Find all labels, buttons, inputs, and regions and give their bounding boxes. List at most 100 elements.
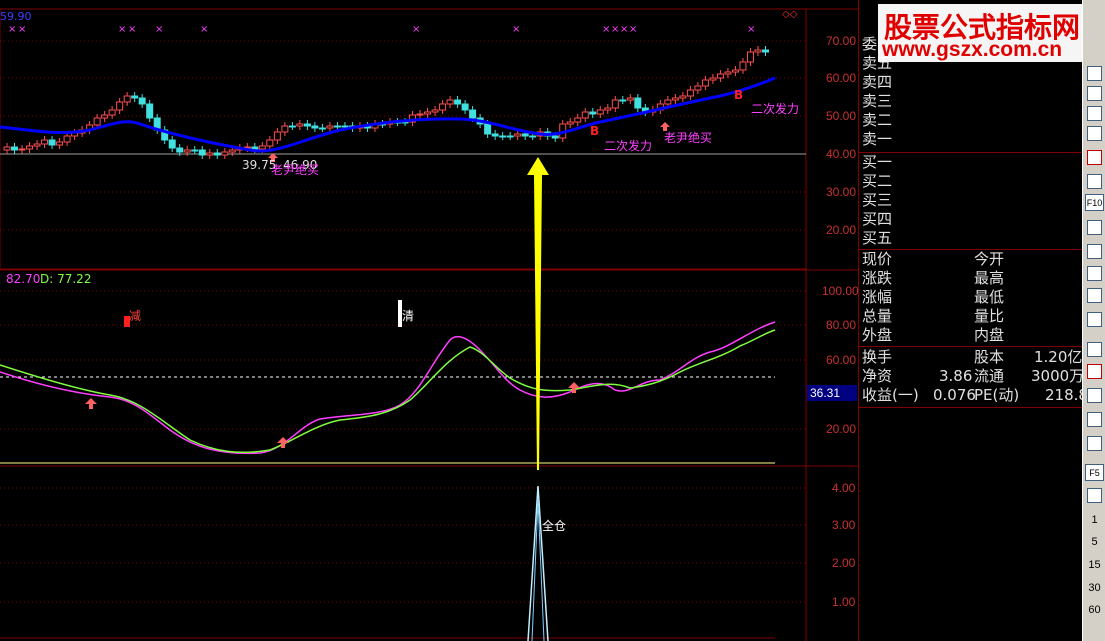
- period-15-button[interactable]: 15: [1085, 555, 1104, 574]
- open-label: 今开: [974, 250, 1005, 268]
- net-asset-label: 净资: [862, 367, 893, 385]
- right-toolbar: F10 F5 1 5 15 30 60: [1082, 0, 1105, 641]
- x-marker-icon: ×: [611, 24, 619, 35]
- candle-body: [288, 125, 296, 128]
- candle-body: [529, 135, 537, 138]
- up-arrow-icon: [85, 398, 97, 409]
- toolbar-button[interactable]: [1085, 362, 1104, 381]
- candle-body: [701, 79, 709, 87]
- candle-body: [739, 61, 747, 71]
- candle-body: [634, 97, 642, 109]
- candle-body: [333, 125, 341, 128]
- window-icon: [1087, 66, 1102, 81]
- separator: [859, 346, 1083, 347]
- candle-body: [33, 143, 41, 147]
- toolbar-button[interactable]: [1085, 104, 1104, 123]
- candle-body: [168, 139, 176, 149]
- share-capital-value: 1.20亿: [1034, 348, 1083, 366]
- chart-area[interactable]: 70.00 60.00 50.00 40.00 30.00 20.00 100.…: [0, 0, 858, 641]
- candle-body: [303, 123, 311, 127]
- toolbar-button[interactable]: [1085, 218, 1104, 237]
- candlestick-icon: [1087, 150, 1102, 165]
- toolbar-button[interactable]: [1085, 242, 1104, 261]
- candle-body: [183, 149, 191, 153]
- x-marker-icon: ×: [18, 24, 26, 35]
- share-capital-label: 股本: [974, 348, 1005, 366]
- toolbar-button[interactable]: [1085, 434, 1104, 453]
- kd-tick: 100.00: [822, 284, 858, 298]
- indicator-icon: [1087, 244, 1102, 259]
- candle-body: [63, 135, 71, 143]
- trend-icon: [1087, 126, 1102, 141]
- candle-body: [258, 145, 266, 150]
- watermark-url: www.gszx.com.cn: [882, 38, 1063, 61]
- period-5-button[interactable]: 5: [1085, 532, 1104, 551]
- candle-body: [221, 151, 229, 156]
- candle-body: [604, 107, 612, 111]
- candle-body: [146, 103, 154, 119]
- candle-body: [499, 135, 507, 138]
- toolbar-button[interactable]: [1085, 264, 1104, 283]
- toolbar-button[interactable]: [1085, 386, 1104, 405]
- period-1-button[interactable]: 1: [1085, 510, 1104, 529]
- second-burst-label: 二次发力: [604, 139, 653, 153]
- toolbar-button[interactable]: [1085, 340, 1104, 359]
- candle-body: [671, 97, 679, 101]
- toolbar-button[interactable]: [1085, 286, 1104, 305]
- x-marker-icon: ×: [602, 24, 610, 35]
- ma-line: [0, 76, 776, 153]
- candle-body: [724, 71, 732, 75]
- candle-body: [326, 125, 334, 129]
- toolbar-button[interactable]: [1085, 172, 1104, 191]
- kd-tick: 20.00: [826, 422, 856, 436]
- period-30-button[interactable]: 30: [1085, 578, 1104, 597]
- b-marker: B: [590, 124, 600, 138]
- toolbar-button[interactable]: [1085, 124, 1104, 143]
- candle-body: [431, 109, 439, 113]
- volume-ratio-label: 量比: [974, 307, 1005, 325]
- toolbar-button[interactable]: [1085, 410, 1104, 429]
- kd-tick: 80.00: [826, 318, 856, 332]
- candle-body: [731, 69, 739, 73]
- eps-value: 0.076: [933, 386, 976, 404]
- bottom-tick: 4.00: [832, 481, 856, 495]
- ask-1-label: 卖一: [862, 130, 893, 148]
- full-position-label: 全仓: [542, 519, 567, 533]
- top-markers: × × × × × × × × × × × × ×: [8, 24, 755, 35]
- candle-body: [116, 101, 124, 111]
- list-icon: [1087, 86, 1102, 101]
- toolbar-button[interactable]: [1085, 486, 1104, 505]
- refresh-icon: [1087, 488, 1102, 503]
- f5-button[interactable]: F5: [1085, 464, 1104, 481]
- toolbar-button[interactable]: [1085, 148, 1104, 167]
- f10-button[interactable]: F10: [1085, 194, 1104, 211]
- ask-4-label: 卖四: [862, 73, 893, 91]
- current-price-label: 现价: [862, 250, 893, 268]
- kd-tick: 60.00: [826, 353, 856, 367]
- price-tick: 40.00: [826, 147, 856, 161]
- high-label: 最高: [974, 269, 1005, 287]
- turnover-label: 换手: [862, 348, 893, 366]
- toolbar-button[interactable]: [1085, 64, 1104, 83]
- toolbar-button[interactable]: [1085, 310, 1104, 329]
- x-marker-icon: ×: [512, 24, 520, 35]
- bottom-gridlines: [0, 487, 806, 603]
- compare-icon: [1087, 388, 1102, 403]
- watermark-banner: 股票公式指标网 www.gszx.com.cn: [878, 4, 1103, 62]
- period-60-button[interactable]: 60: [1085, 600, 1104, 619]
- candle-body: [514, 133, 522, 137]
- bid-5-label: 买五: [862, 229, 893, 247]
- candle-body: [469, 109, 477, 119]
- candle-body: [424, 111, 432, 115]
- candle-body: [26, 145, 34, 150]
- ask-2-label: 卖二: [862, 111, 893, 129]
- bottom-y-ticks: 4.00 3.00 2.00 1.00: [832, 481, 856, 609]
- candle-body: [746, 51, 754, 63]
- bottom-tick: 1.00: [832, 595, 856, 609]
- candle-body: [551, 135, 559, 139]
- candle-body: [311, 125, 319, 129]
- separator: [859, 152, 1083, 153]
- chart-icon: [1087, 220, 1102, 235]
- candle-body: [176, 147, 184, 153]
- toolbar-button[interactable]: [1085, 84, 1104, 103]
